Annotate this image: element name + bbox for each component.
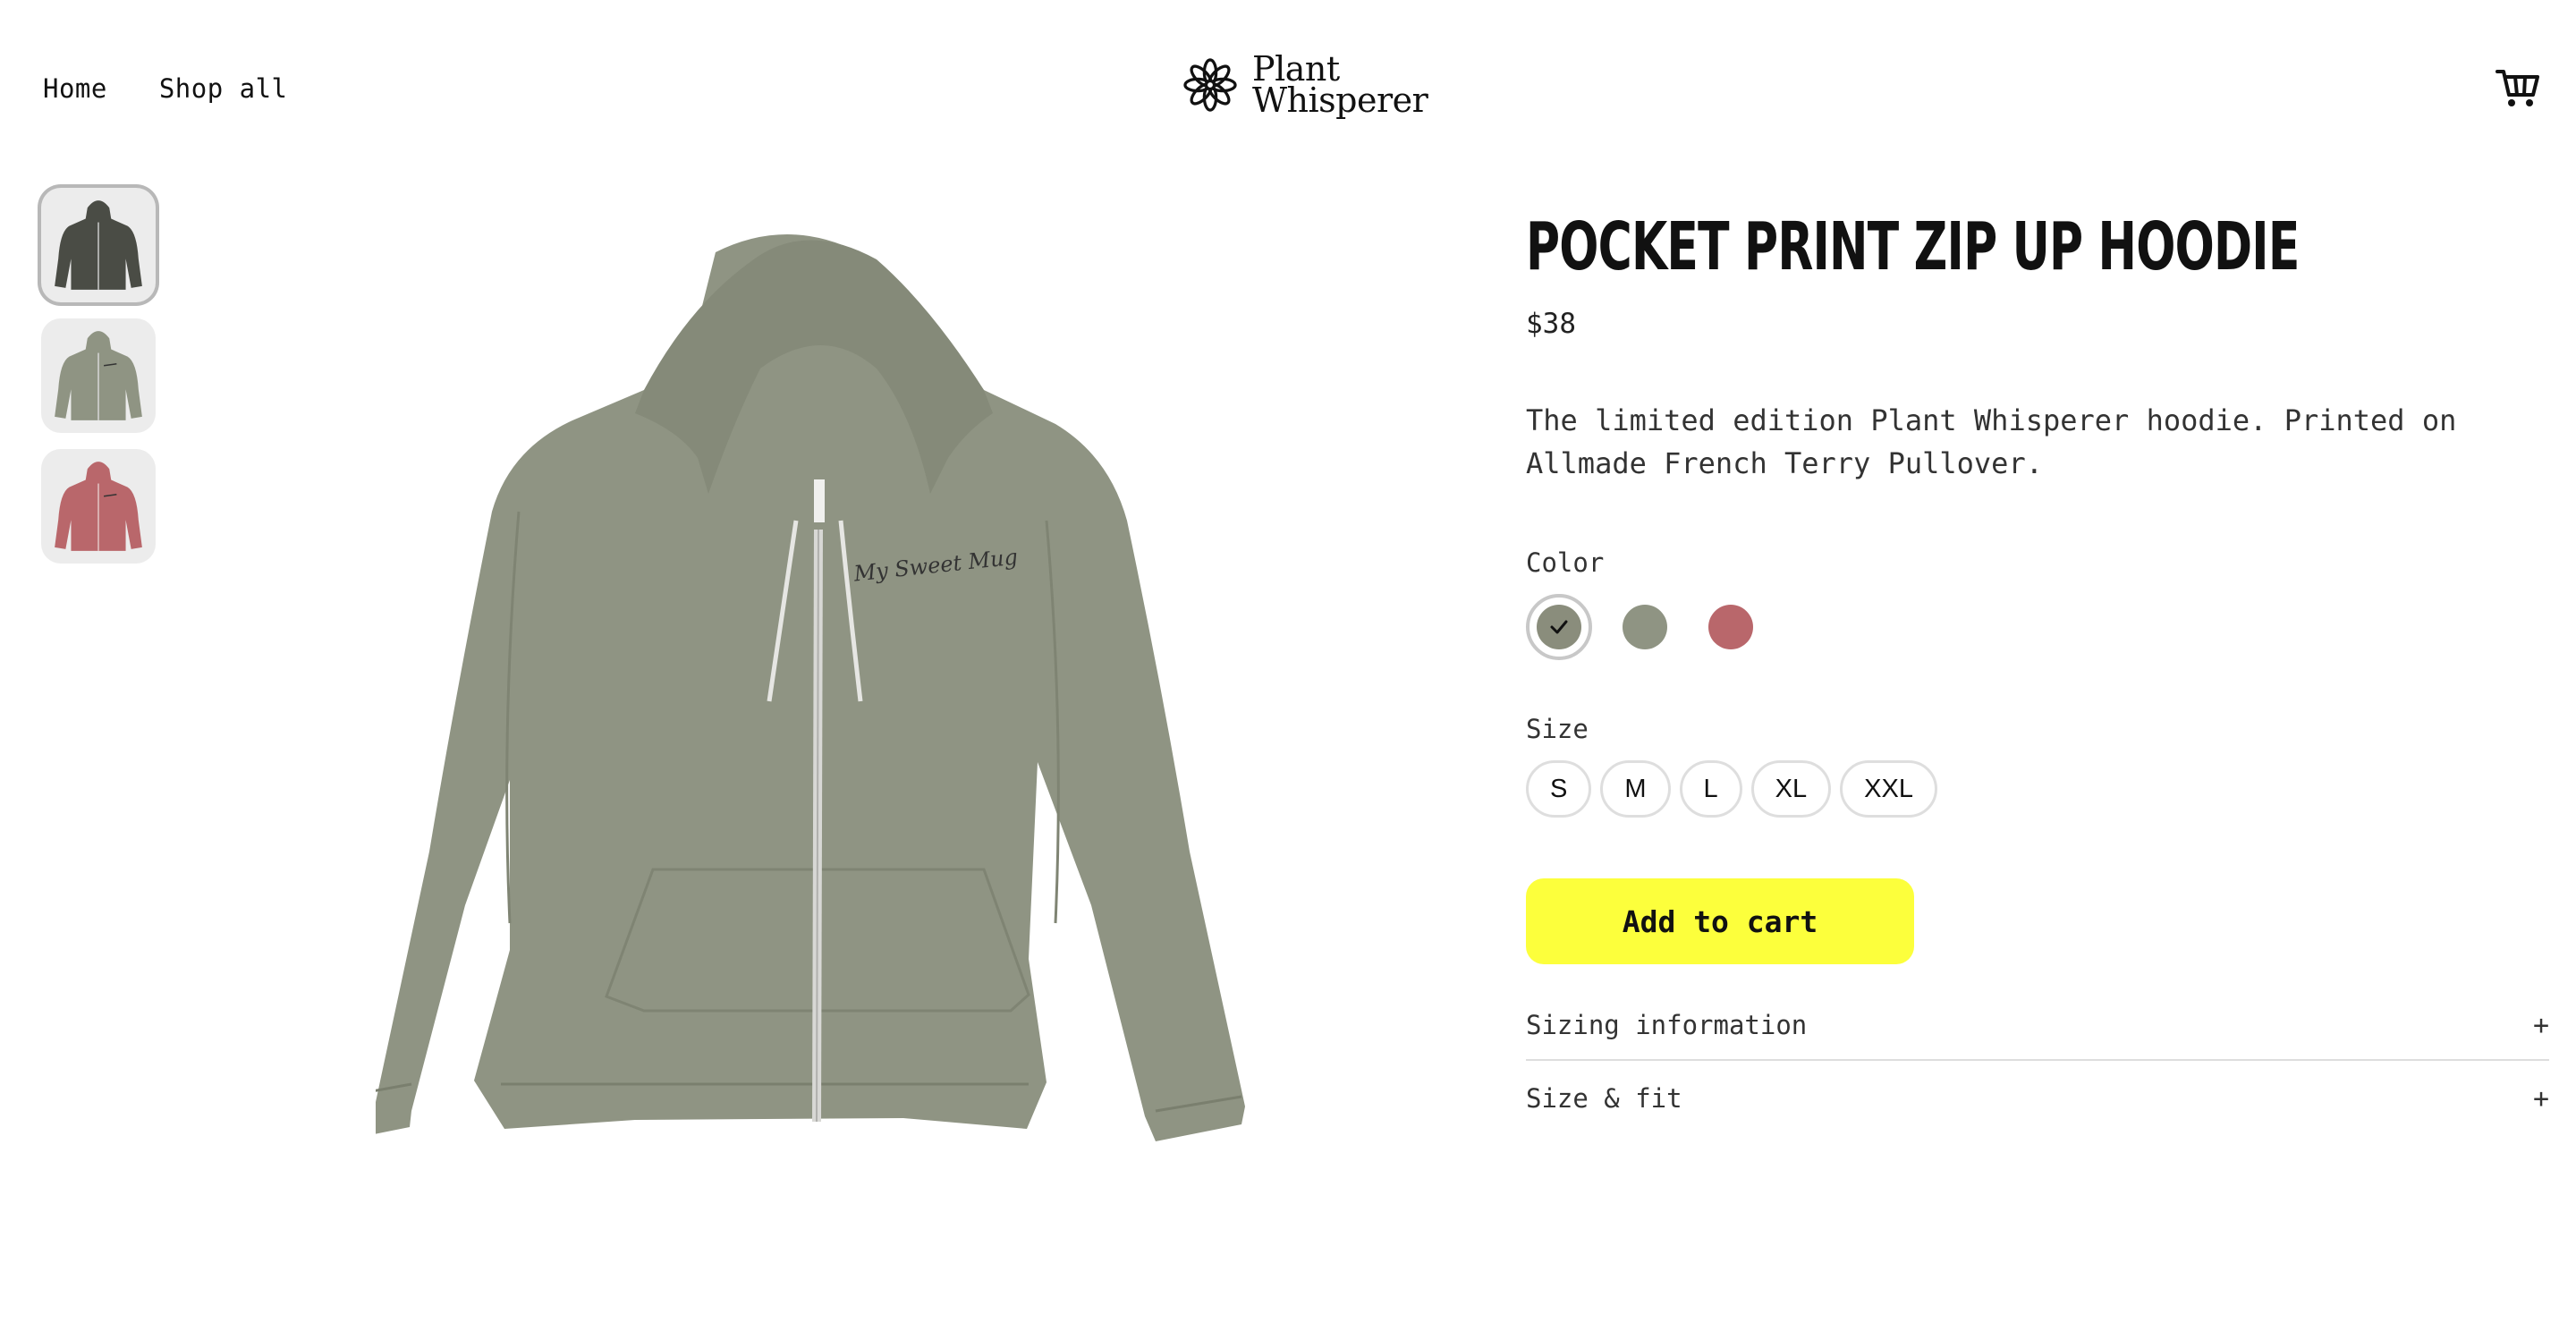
accordion-size-fit-label: Size & fit <box>1526 1083 1682 1114</box>
thumbnail-gallery <box>41 188 156 564</box>
size-button-xl[interactable]: XL <box>1750 760 1832 818</box>
color-swatch-3[interactable] <box>1698 594 1764 660</box>
thumbnail-rose-hoodie[interactable] <box>41 449 156 564</box>
plus-icon: + <box>2532 1009 2549 1041</box>
accordion-divider <box>1526 1059 2549 1061</box>
product-main-image: My Sweet Mug <box>376 234 1245 1141</box>
main-nav: Home Shop all <box>43 73 288 104</box>
color-swatch-2-fill <box>1623 605 1667 649</box>
color-label: Color <box>1526 547 1605 578</box>
hoodie-thumbnail-dark-icon <box>55 200 142 290</box>
nav-shop-all-link[interactable]: Shop all <box>159 73 288 104</box>
nav-home-link[interactable]: Home <box>43 73 107 104</box>
hoodie-thumbnail-rose-icon <box>55 462 142 551</box>
site-header: Home Shop all Plant Whisperer <box>0 0 2576 170</box>
site-logo[interactable]: Plant Whisperer <box>1181 52 1428 120</box>
color-swatches <box>1526 594 2549 660</box>
logo-wordmark: Plant Whisperer <box>1252 52 1428 120</box>
flower-logo-icon <box>1183 58 1237 112</box>
size-button-s[interactable]: S <box>1526 760 1592 818</box>
thumbnail-sage-hoodie[interactable] <box>41 318 156 433</box>
checkmark-icon <box>1550 620 1568 634</box>
color-swatch-1[interactable] <box>1526 594 1592 660</box>
plus-icon: + <box>2532 1082 2549 1115</box>
size-button-l[interactable]: L <box>1679 760 1742 818</box>
hoodie-thumbnail-sage-icon <box>55 331 142 420</box>
size-label: Size <box>1526 714 1589 744</box>
size-options: S M L XL XXL <box>1526 760 2549 818</box>
product-description: The limited edition Plant Whisperer hood… <box>1526 403 2457 480</box>
color-swatch-1-fill <box>1537 605 1581 649</box>
accordion-sizing-information-label: Sizing information <box>1526 1010 1808 1040</box>
product-details: Pocket Print Zip Up Hoodie $38 The limit… <box>1526 208 2549 1116</box>
cart-icon[interactable] <box>2496 68 2540 109</box>
color-swatch-3-fill <box>1708 605 1753 649</box>
thumbnail-dark-hoodie[interactable] <box>41 188 156 302</box>
product-accordion: Sizing information + Size & fit + <box>1526 1007 2549 1116</box>
accordion-sizing-information[interactable]: Sizing information + <box>1526 1007 2549 1043</box>
size-button-m[interactable]: M <box>1600 760 1671 818</box>
size-button-xxl[interactable]: XXL <box>1840 760 1937 818</box>
logo-line-2: Whisperer <box>1252 81 1428 120</box>
accordion-size-fit[interactable]: Size & fit + <box>1526 1081 2549 1116</box>
product-title: Pocket Print Zip Up Hoodie <box>1526 208 2300 285</box>
product-price: $38 <box>1526 308 1576 340</box>
color-swatch-2[interactable] <box>1612 594 1678 660</box>
add-to-cart-button[interactable]: Add to cart <box>1526 878 1914 964</box>
